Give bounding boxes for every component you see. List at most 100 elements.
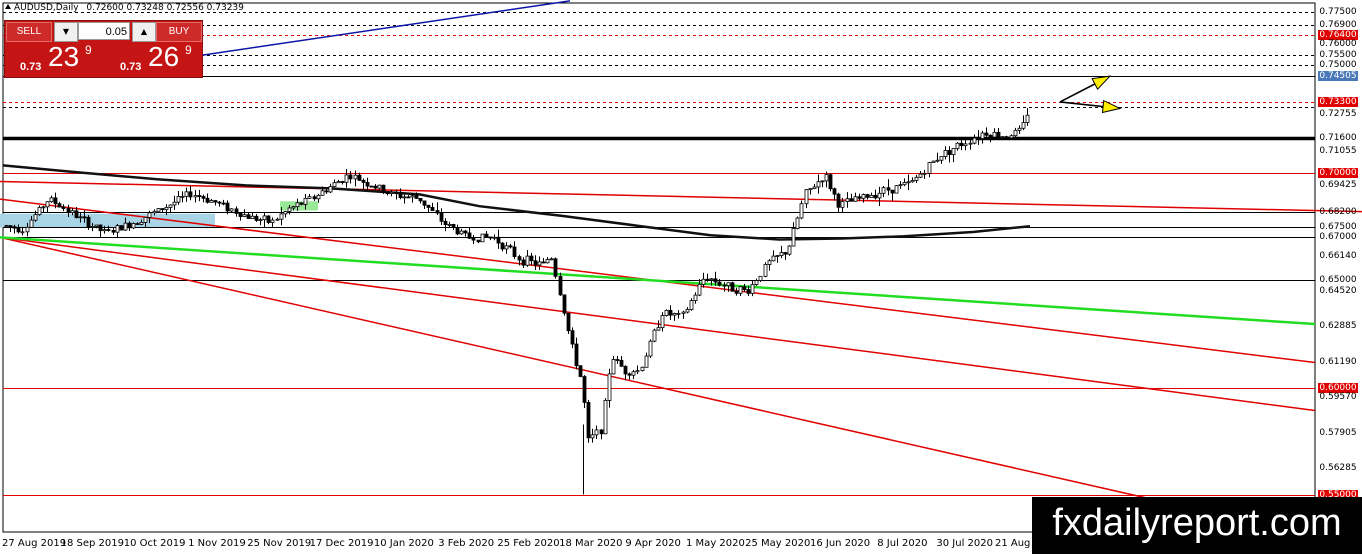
date-tick-label: 25 Feb 2020 <box>497 538 560 549</box>
candle-body-126 <box>521 259 526 266</box>
date-tick-label: 25 Nov 2019 <box>247 538 312 549</box>
sell-quote[interactable]: 0.73 23 9 <box>6 41 101 76</box>
candle-body-202 <box>832 188 837 195</box>
candle-body-203 <box>836 193 841 208</box>
candle-body-245 <box>1009 135 1014 139</box>
plot-frame <box>2 2 1316 533</box>
candle-body-106 <box>439 212 444 222</box>
candle-body-3 <box>16 227 21 233</box>
buy-quote[interactable]: 0.73 26 9 <box>106 41 201 76</box>
candle-body-170 <box>701 278 706 285</box>
candle-body-16 <box>70 210 75 214</box>
date-tick-label: 10 Oct 2019 <box>123 538 186 549</box>
price-tick-label: 0.76000 <box>1319 38 1357 49</box>
candle-body-59 <box>246 214 251 219</box>
candle-body-174 <box>717 281 722 286</box>
sell-price-big: 23 <box>48 41 80 72</box>
candle-body-28 <box>119 225 124 231</box>
collapse-triangle-icon[interactable] <box>5 4 11 9</box>
candle-body-234 <box>963 143 968 147</box>
candle-body-68 <box>283 211 288 215</box>
candle-body-133 <box>549 258 554 261</box>
candle-body-41 <box>172 201 177 206</box>
candle-body-113 <box>467 232 472 239</box>
candle-body-215 <box>886 187 891 191</box>
candle-body-66 <box>275 218 280 221</box>
candle-body-33 <box>139 222 144 225</box>
candle-body-210 <box>865 194 870 198</box>
candle-body-95 <box>394 191 399 194</box>
candle-body-200 <box>824 174 829 182</box>
candle-body-84 <box>348 174 353 180</box>
candle-body-212 <box>873 194 878 199</box>
candle-body-232 <box>955 142 960 149</box>
candle-body-181 <box>746 289 751 294</box>
candle-body-201 <box>828 174 833 190</box>
candle-body-25 <box>106 229 111 231</box>
candle-body-151 <box>623 365 628 375</box>
candle-body-112 <box>463 230 468 234</box>
candle-body-60 <box>250 215 255 219</box>
candle-body-145 <box>599 429 604 435</box>
candle-body-134 <box>553 258 558 277</box>
sell-button[interactable]: SELL <box>6 22 52 42</box>
price-tick-label: 0.64520 <box>1319 285 1357 296</box>
date-tick-label: 18 Sep 2019 <box>60 538 125 549</box>
candle-body-105 <box>435 210 440 214</box>
candle-body-116 <box>480 233 485 243</box>
date-tick-label: 1 Nov 2019 <box>188 538 246 549</box>
candle-body-40 <box>168 204 173 208</box>
candle-body-131 <box>541 261 546 264</box>
candle-body-110 <box>455 227 460 235</box>
candle-body-225 <box>927 162 932 174</box>
moving-average-line <box>2 164 1031 241</box>
candle-body-6 <box>29 219 34 228</box>
candle-body-5 <box>25 226 30 233</box>
candle-body-172 <box>709 278 714 281</box>
price-tick-label: 0.72755 <box>1319 108 1357 119</box>
symbol-line: AUDUSD,Daily <box>14 3 79 13</box>
candle-body-85 <box>353 174 358 180</box>
price-tick-label: 0.77500 <box>1319 6 1357 17</box>
trendline-2 <box>0 236 1316 412</box>
candle-body-142 <box>586 402 591 439</box>
candle-body-214 <box>881 187 886 194</box>
candle-body-140 <box>578 365 583 377</box>
price-tick-label: 0.68200 <box>1319 206 1357 217</box>
candle-body-235 <box>968 142 973 145</box>
volume-increase-icon[interactable]: ▲ <box>132 22 156 42</box>
candle-body-137 <box>566 312 571 332</box>
candle-body-178 <box>734 290 739 294</box>
candle-body-180 <box>742 286 747 290</box>
candle-body-247 <box>1017 127 1022 131</box>
candle-body-51 <box>213 200 218 203</box>
candle-body-136 <box>562 294 567 314</box>
candle-body-158 <box>652 329 657 342</box>
candle-body-107 <box>443 220 448 226</box>
date-tick-label: 3 Feb 2020 <box>438 538 495 549</box>
candle-body-94 <box>389 191 394 194</box>
candle-body-17 <box>74 210 79 219</box>
candle-body-11 <box>49 197 54 203</box>
candle-body-231 <box>951 148 956 155</box>
candle-body-148 <box>611 359 616 375</box>
candle-body-152 <box>627 373 632 376</box>
price-chart[interactable] <box>0 0 1362 554</box>
candle-body-24 <box>102 229 107 232</box>
candle-body-219 <box>902 182 907 186</box>
candle-body-9 <box>41 206 46 209</box>
candle-body-92 <box>381 184 386 193</box>
candle-body-196 <box>808 188 813 191</box>
candle-body-98 <box>406 196 411 199</box>
candle-body-77 <box>320 190 325 196</box>
candle-body-30 <box>127 222 132 229</box>
price-tick-label: 0.67500 <box>1319 221 1357 232</box>
candle-body-13 <box>57 203 62 208</box>
candle-body-155 <box>640 366 645 371</box>
candle-body-211 <box>869 194 874 198</box>
volume-decrease-icon[interactable]: ▼ <box>54 22 78 42</box>
volume-input[interactable]: 0.05 <box>78 22 130 40</box>
candle-body-34 <box>143 216 148 223</box>
buy-button[interactable]: BUY <box>156 22 202 42</box>
candle-body-72 <box>299 202 304 205</box>
